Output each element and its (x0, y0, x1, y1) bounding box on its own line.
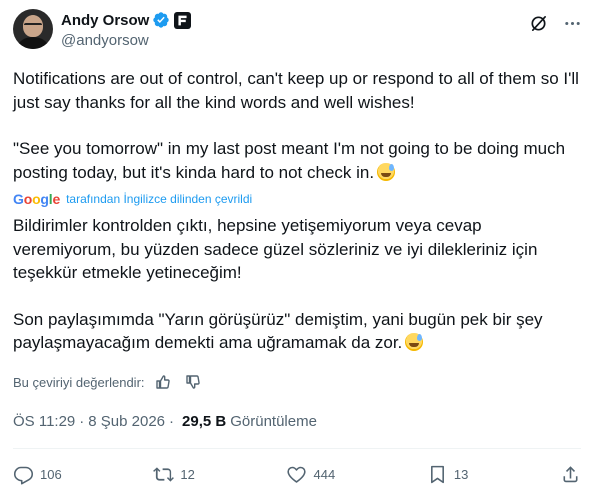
reply-icon (13, 466, 34, 484)
bookmark-count: 13 (453, 466, 469, 482)
author-name[interactable]: Andy Orsow (61, 12, 149, 29)
sweat-smile-emoji-icon (405, 333, 424, 351)
translation-label[interactable]: tarafından İngilizce dilinden çevrildi (66, 192, 252, 206)
like-button[interactable]: 444 (286, 464, 335, 485)
author-handle[interactable]: @andyorsow (61, 32, 191, 49)
google-logo-icon: Google (13, 191, 61, 207)
like-count: 444 (313, 466, 336, 482)
reply-button[interactable]: 106 (13, 464, 62, 485)
share-button[interactable] (560, 464, 581, 485)
tweet-text: Notifications are out of control, can't … (13, 67, 583, 184)
views-count[interactable]: 29,5 B (182, 413, 226, 430)
rate-translation-label: Bu çeviriyi değerlendir: (13, 374, 145, 390)
meta-separator: · (169, 413, 175, 430)
author-name-row: Andy Orsow (61, 9, 192, 31)
tweet-time[interactable]: ÖS 11:29 (13, 413, 75, 430)
meta-separator: · (79, 413, 85, 430)
repost-icon (153, 466, 175, 482)
thumbs-down-icon[interactable] (185, 374, 201, 390)
share-icon (563, 465, 578, 482)
divider (13, 448, 581, 449)
author-info: Andy Orsow @andyorsow (61, 9, 192, 49)
more-icon[interactable] (562, 13, 582, 33)
translated-paragraph: Son paylaşımımda "Yarın görüşürüz" demiş… (13, 309, 543, 353)
heart-icon (287, 466, 307, 483)
grok-icon[interactable] (528, 13, 548, 33)
thumbs-up-icon[interactable] (155, 374, 171, 390)
translated-paragraph-2-wrap: Son paylaşımımda "Yarın görüşürüz" demiş… (13, 308, 583, 355)
avatar[interactable] (13, 9, 53, 49)
views-label: Görüntüleme (230, 413, 317, 430)
repost-count: 12 (180, 466, 195, 482)
verified-badge-icon[interactable] (152, 11, 170, 29)
tweet-paragraph: "See you tomorrow" in my last post meant… (13, 139, 566, 182)
header-actions (528, 9, 582, 33)
reply-count: 106 (40, 466, 62, 482)
tweet-paragraph-2-wrap: "See you tomorrow" in my last post meant… (13, 137, 583, 184)
tweet-paragraph: Notifications are out of control, can't … (13, 69, 579, 112)
rate-translation: Bu çeviriyi değerlendir: (13, 372, 201, 392)
tweet-header: Andy Orsow @andyorsow (13, 9, 582, 55)
affiliate-badge-icon[interactable] (174, 11, 192, 29)
bookmark-icon (430, 465, 444, 483)
translated-paragraph: Bildirimler kontrolden çıktı, hepsine ye… (13, 216, 538, 282)
sweat-smile-emoji-icon (377, 162, 396, 181)
translation-attribution: Google tarafından İngilizce dilinden çev… (13, 191, 252, 207)
tweet-meta: ÖS 11:29 · 8 Şub 2026 · 29,5 B Görüntüle… (13, 413, 317, 430)
action-bar: 106 12 444 13 (13, 462, 581, 486)
repost-button[interactable]: 12 (153, 464, 195, 485)
bookmark-button[interactable]: 13 (427, 464, 468, 485)
translated-text: Bildirimler kontrolden çıktı, hepsine ye… (13, 214, 583, 355)
tweet-date[interactable]: 8 Şub 2026 (88, 413, 165, 430)
